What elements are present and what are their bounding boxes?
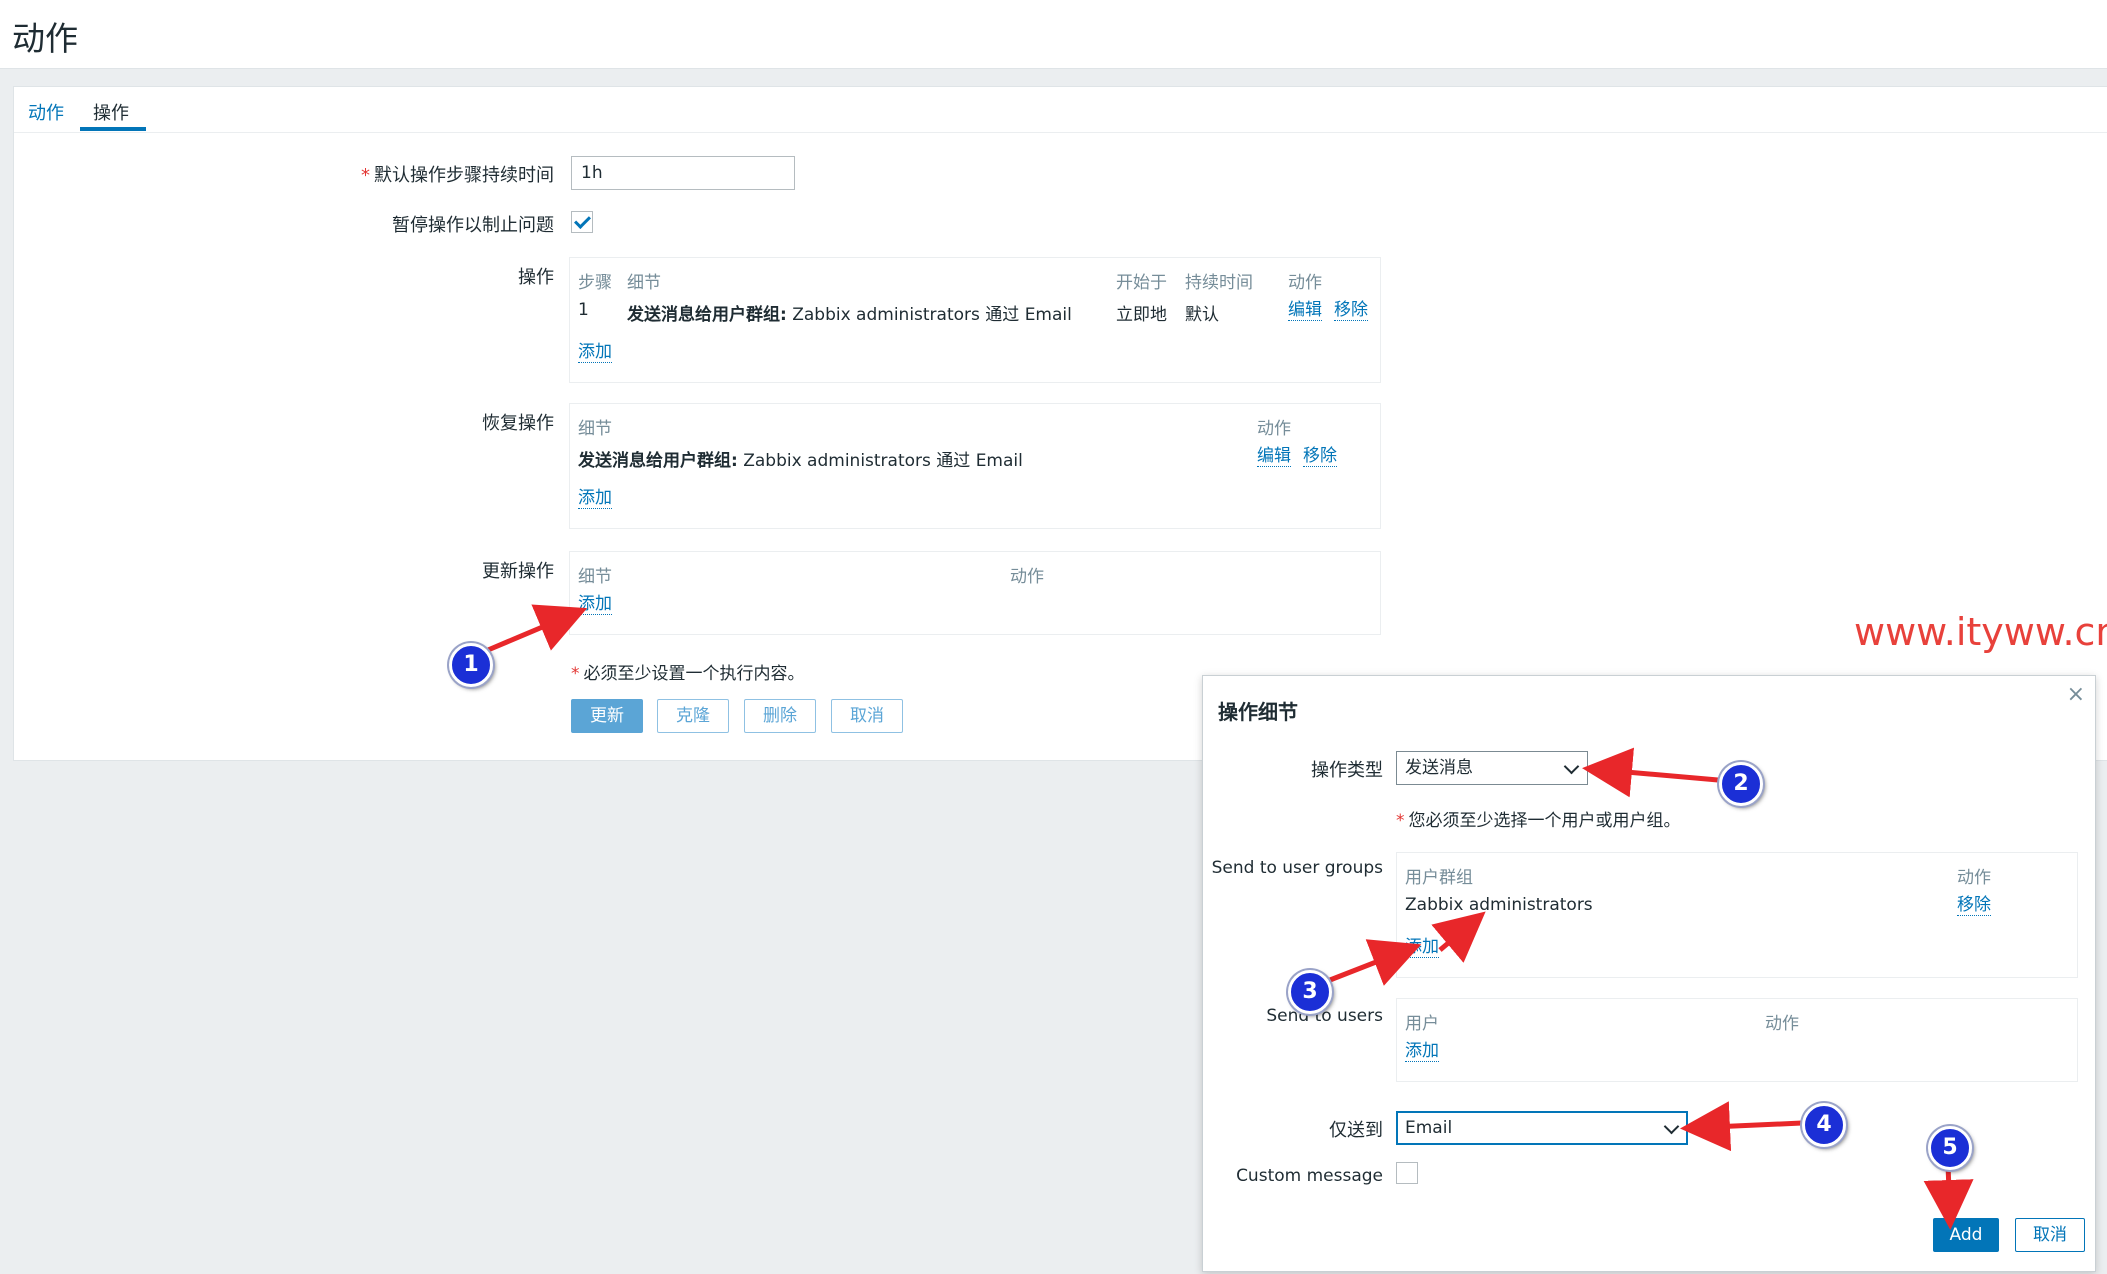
tab-operations[interactable]: 操作 <box>93 99 129 125</box>
cancel-button[interactable]: 取消 <box>831 699 903 733</box>
user-groups-label: Send to user groups <box>1211 858 1383 878</box>
update-add-link[interactable]: 添加 <box>578 594 612 615</box>
col-details: 细节 <box>627 273 661 293</box>
pause-checkbox[interactable] <box>571 211 593 233</box>
op-step: 1 <box>578 300 589 320</box>
col-duration: 持续时间 <box>1185 273 1253 293</box>
col-details: 细节 <box>578 567 612 587</box>
step-badge-3: 3 <box>1288 970 1332 1014</box>
page-title: 动作 <box>12 19 78 58</box>
recovery-edit-link[interactable]: 编辑 <box>1257 446 1291 467</box>
col-action: 动作 <box>1257 419 1291 439</box>
op-remove-link[interactable]: 移除 <box>1334 300 1368 321</box>
required-asterisk: * <box>361 165 370 186</box>
step-badge-2: 2 <box>1719 762 1763 806</box>
op-detail: 发送消息给用户群组: Zabbix administrators 通过 Emai… <box>627 305 1072 325</box>
col-start-in: 开始于 <box>1116 273 1167 293</box>
dialog-required-note: * 您必须至少选择一个用户或用户组。 <box>1396 811 1681 831</box>
page-header: 动作 <box>0 0 2107 69</box>
col-step: 步骤 <box>578 273 612 293</box>
step-badge-5: 5 <box>1928 1126 1972 1170</box>
op-duration: 默认 <box>1185 305 1219 325</box>
col-action: 动作 <box>1765 1014 1799 1034</box>
close-icon[interactable]: × <box>2067 682 2085 707</box>
main-panel: 动作 操作 * 默认操作步骤持续时间 1h 暂停操作以制止问题 操作 步骤 细节 … <box>13 86 2107 761</box>
col-details: 细节 <box>578 419 612 439</box>
update-label: 更新操作 <box>482 561 554 582</box>
operations-label: 操作 <box>518 267 554 288</box>
col-action: 动作 <box>1957 868 1991 888</box>
required-note: * 必须至少设置一个执行内容。 <box>571 664 805 684</box>
chevron-down-icon <box>1563 758 1580 775</box>
active-tab-indicator <box>80 127 146 131</box>
update-table: 细节 动作 添加 <box>569 551 1381 635</box>
group-add-link[interactable]: 添加 <box>1405 937 1439 958</box>
recovery-label: 恢复操作 <box>482 413 554 434</box>
recovery-detail: 发送消息给用户群组: Zabbix administrators 通过 Emai… <box>578 451 1023 471</box>
clone-button[interactable]: 克隆 <box>657 699 729 733</box>
step-badge-4: 4 <box>1802 1103 1846 1147</box>
dialog-cancel-button[interactable]: 取消 <box>2015 1218 2085 1252</box>
recovery-table: 细节 动作 发送消息给用户群组: Zabbix administrators 通… <box>569 403 1381 529</box>
add-button[interactable]: Add <box>1933 1218 1999 1252</box>
op-add-link[interactable]: 添加 <box>578 342 612 363</box>
users-table: 用户 动作 添加 <box>1396 998 2078 1082</box>
user-groups-table: 用户群组 动作 Zabbix administrators 移除 添加 <box>1396 852 2078 978</box>
group-name: Zabbix administrators <box>1405 895 1593 915</box>
operation-details-dialog: 操作细节 × 操作类型 发送消息 * 您必须至少选择一个用户或用户组。 Send … <box>1202 675 2096 1272</box>
chevron-down-icon <box>1663 1118 1680 1135</box>
step-badge-1: 1 <box>449 643 493 687</box>
send-only-to-select[interactable]: Email <box>1396 1111 1688 1145</box>
col-action: 动作 <box>1010 567 1044 587</box>
op-type-label: 操作类型 <box>1311 760 1383 781</box>
group-remove-link[interactable]: 移除 <box>1957 895 1991 916</box>
col-group: 用户群组 <box>1405 868 1473 888</box>
col-user: 用户 <box>1405 1014 1439 1034</box>
tab-bar: 动作 操作 <box>14 87 2107 133</box>
operations-table: 步骤 细节 开始于 持续时间 动作 1 发送消息给用户群组: Zabbix ad… <box>569 257 1381 383</box>
recovery-add-link[interactable]: 添加 <box>578 488 612 509</box>
user-add-link[interactable]: 添加 <box>1405 1041 1439 1062</box>
update-button[interactable]: 更新 <box>571 699 643 733</box>
default-duration-input[interactable]: 1h <box>571 156 795 190</box>
watermark: www.ityww.cn <box>1854 610 2107 654</box>
op-edit-link[interactable]: 编辑 <box>1288 300 1322 321</box>
custom-message-checkbox[interactable] <box>1396 1162 1418 1184</box>
custom-message-label: Custom message <box>1236 1166 1383 1186</box>
recovery-remove-link[interactable]: 移除 <box>1303 446 1337 467</box>
default-duration-label: * 默认操作步骤持续时间 <box>361 165 554 186</box>
op-type-select[interactable]: 发送消息 <box>1396 751 1588 785</box>
delete-button[interactable]: 删除 <box>744 699 816 733</box>
col-action: 动作 <box>1288 273 1322 293</box>
pause-label: 暂停操作以制止问题 <box>392 215 554 236</box>
send-only-to-label: 仅送到 <box>1329 1120 1383 1141</box>
op-start-in: 立即地 <box>1116 305 1167 325</box>
dialog-title: 操作细节 <box>1218 700 1298 724</box>
tab-action[interactable]: 动作 <box>28 99 64 125</box>
